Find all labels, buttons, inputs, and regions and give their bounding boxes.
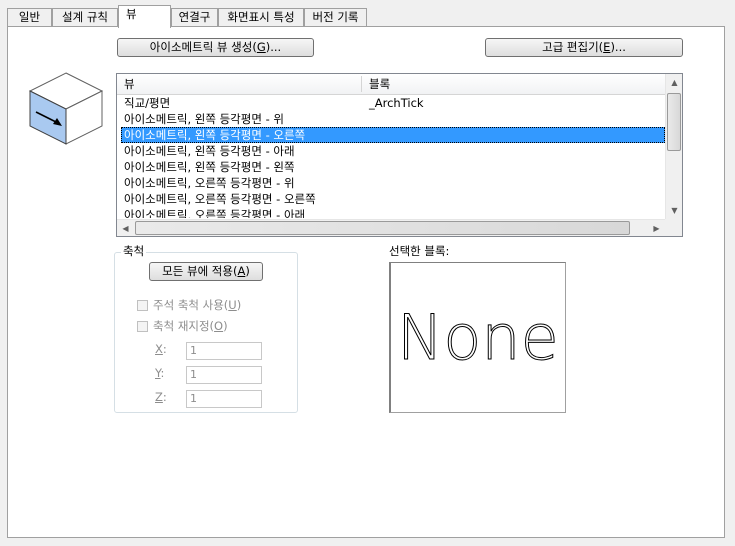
scale-group-title: 축척 — [121, 243, 147, 259]
row-view: 아이소메트릭, 왼쪽 등각평면 - 왼쪽 — [124, 160, 295, 174]
row-view: 아이소메트릭, 오른쪽 등각평면 - 오른쪽 — [124, 192, 316, 206]
tab-design-rules[interactable]: 설계 규칙 — [52, 8, 118, 26]
preview-text: None — [397, 301, 559, 374]
list-row[interactable]: 아이소메트릭, 왼쪽 등각평면 - 아래 — [117, 143, 666, 159]
block-preview: None — [389, 262, 566, 413]
horizontal-scrollbar[interactable]: ◀ ▶ — [117, 219, 666, 236]
vertical-scrollbar[interactable]: ▲ ▼ — [665, 74, 682, 219]
tab-connectors[interactable]: 연결구 — [171, 8, 218, 26]
row-view: 직교/평면 — [124, 96, 171, 110]
list-row[interactable]: 직교/평면 _ArchTick — [117, 95, 666, 111]
column-header-view[interactable]: 뷰 — [117, 74, 361, 94]
row-view: 아이소메트릭, 왼쪽 등각평면 - 위 — [124, 112, 284, 126]
override-scale-checkbox[interactable] — [137, 321, 148, 332]
row-block: _ArchTick — [369, 96, 424, 110]
tab-version-history[interactable]: 버전 기록 — [304, 8, 367, 26]
list-row[interactable]: 아이소메트릭, 오른쪽 등각평면 - 아래 — [117, 207, 666, 218]
scroll-left-arrow-icon[interactable]: ◀ — [117, 220, 134, 236]
tab-views[interactable]: 뷰 — [118, 5, 171, 28]
scale-z-label: Z: — [155, 390, 167, 404]
create-isometric-view-button[interactable]: 아이소메트릭 뷰 생성(G)... — [117, 38, 314, 57]
scale-x-label: X: — [155, 342, 167, 356]
view-block-list[interactable]: 뷰 블록 직교/평면 _ArchTick 아이소메트릭, 왼쪽 등각평면 - 위 … — [116, 73, 683, 237]
horizontal-scroll-thumb[interactable] — [135, 221, 630, 235]
annotative-scale-checkbox[interactable] — [137, 300, 148, 311]
row-view: 아이소메트릭, 오른쪽 등각평면 - 아래 — [124, 208, 306, 218]
selected-block-title: 선택한 블록: — [389, 244, 450, 258]
column-header-block[interactable]: 블록 — [362, 74, 662, 94]
list-row[interactable]: 아이소메트릭, 왼쪽 등각평면 - 위 — [117, 111, 666, 127]
list-row[interactable]: 아이소메트릭, 오른쪽 등각평면 - 오른쪽 — [117, 191, 666, 207]
apply-to-all-views-button[interactable]: 모든 뷰에 적용(A) — [149, 262, 263, 281]
advanced-editor-button[interactable]: 고급 편집기(E)... — [485, 38, 683, 57]
row-view: 아이소메트릭, 왼쪽 등각평면 - 오른쪽 — [124, 128, 306, 142]
isometric-cube-icon — [28, 72, 104, 145]
list-rows: 직교/평면 _ArchTick 아이소메트릭, 왼쪽 등각평면 - 위 아이소메트… — [117, 95, 666, 218]
annotative-scale-label: 주석 축척 사용(U) — [153, 298, 242, 312]
tab-display-properties[interactable]: 화면표시 특성 — [218, 8, 304, 26]
scale-z-field[interactable]: 1 — [186, 390, 262, 408]
scroll-down-arrow-icon[interactable]: ▼ — [666, 202, 682, 219]
tab-general[interactable]: 일반 — [7, 8, 52, 26]
scroll-up-arrow-icon[interactable]: ▲ — [666, 74, 682, 91]
row-view: 아이소메트릭, 왼쪽 등각평면 - 아래 — [124, 144, 295, 158]
list-header: 뷰 블록 — [117, 74, 666, 95]
scale-y-label: Y: — [155, 366, 165, 380]
scale-y-field[interactable]: 1 — [186, 366, 262, 384]
scroll-right-arrow-icon[interactable]: ▶ — [648, 220, 665, 236]
list-row[interactable]: 아이소메트릭, 오른쪽 등각평면 - 위 — [117, 175, 666, 191]
row-view: 아이소메트릭, 오른쪽 등각평면 - 위 — [124, 176, 295, 190]
override-scale-label: 축척 재지정(O) — [153, 319, 228, 333]
vertical-scroll-thumb[interactable] — [667, 93, 681, 151]
list-row-selected[interactable]: 아이소메트릭, 왼쪽 등각평면 - 오른쪽 — [121, 127, 665, 143]
list-row[interactable]: 아이소메트릭, 왼쪽 등각평면 - 왼쪽 — [117, 159, 666, 175]
scale-x-field[interactable]: 1 — [186, 342, 262, 360]
block-preview-canvas: None — [397, 301, 560, 375]
scrollbar-corner — [665, 219, 682, 236]
